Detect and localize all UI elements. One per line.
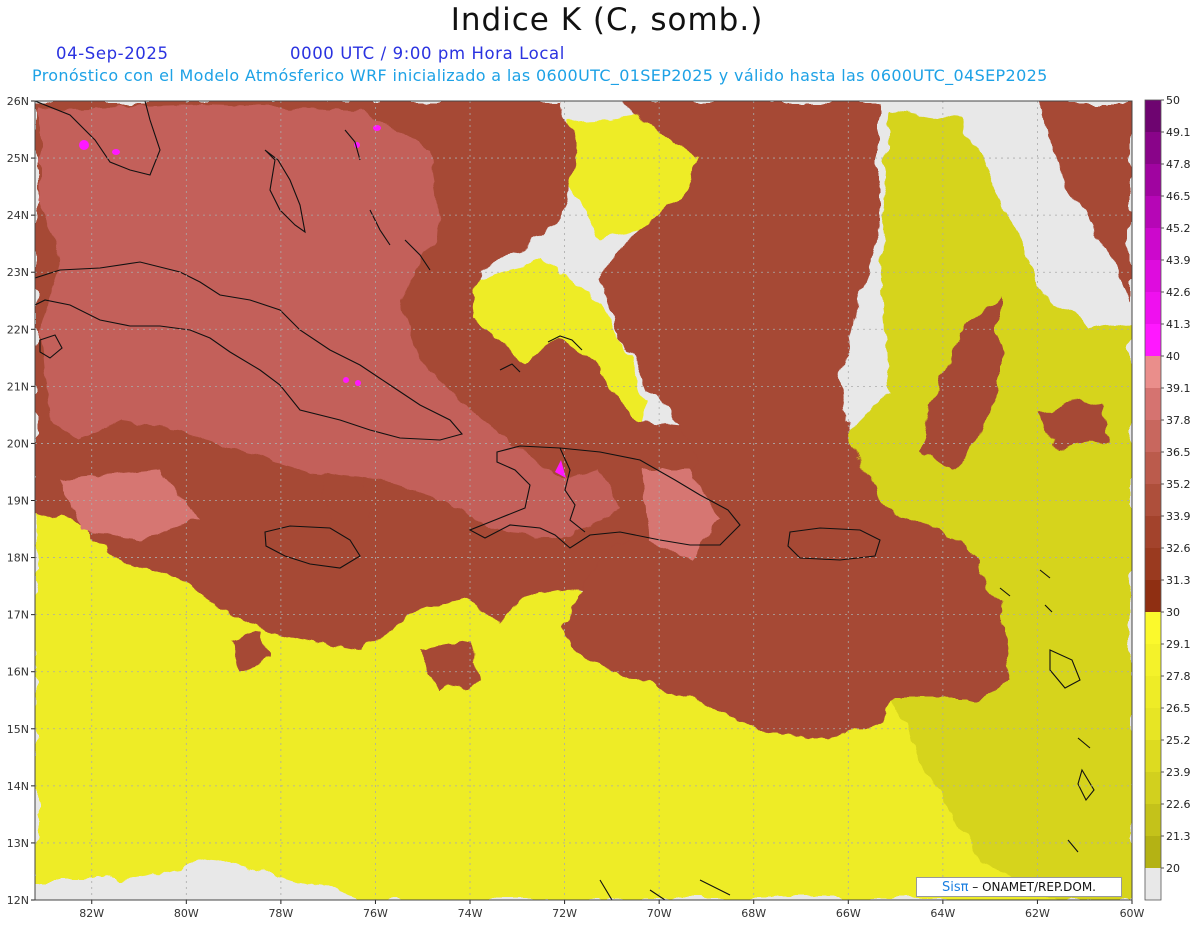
lat-tick-label: 26N <box>7 95 29 108</box>
legend-swatch <box>1145 836 1161 868</box>
legend-label: 39.1 <box>1166 382 1191 395</box>
legend-swatch <box>1145 132 1161 164</box>
legend-swatch <box>1145 324 1161 356</box>
legend-swatch <box>1145 548 1161 580</box>
legend-label: 50 <box>1166 94 1180 107</box>
lon-tick-label: 70W <box>647 907 672 920</box>
legend-swatch <box>1145 644 1161 676</box>
legend-label: 26.5 <box>1166 702 1191 715</box>
legend-swatch <box>1145 516 1161 548</box>
legend-swatch <box>1145 868 1161 900</box>
lat-tick-label: 19N <box>7 495 29 508</box>
lat-tick-label: 21N <box>7 380 29 393</box>
legend-swatch <box>1145 420 1161 452</box>
lon-tick-label: 80W <box>174 907 199 920</box>
magenta-spot <box>343 377 349 383</box>
legend-label: 36.5 <box>1166 446 1191 459</box>
legend-label: 42.6 <box>1166 286 1191 299</box>
legend-label: 45.2 <box>1166 222 1191 235</box>
legend-label: 27.8 <box>1166 670 1191 683</box>
legend-label: 23.9 <box>1166 766 1191 779</box>
lat-tick-label: 20N <box>7 437 29 450</box>
lon-tick-label: 76W <box>363 907 388 920</box>
lon-tick-label: 82W <box>79 907 104 920</box>
lat-tick-label: 25N <box>7 152 29 165</box>
legend-label: 35.2 <box>1166 478 1191 491</box>
legend-swatch <box>1145 612 1161 644</box>
shaded-field <box>35 101 1132 900</box>
legend-label: 20 <box>1166 862 1180 875</box>
legend-swatch <box>1145 452 1161 484</box>
legend-swatch <box>1145 260 1161 292</box>
legend-label: 32.6 <box>1166 542 1191 555</box>
lat-tick-label: 16N <box>7 666 29 679</box>
legend-swatch <box>1145 772 1161 804</box>
legend-swatch <box>1145 228 1161 260</box>
legend-label: 29.1 <box>1166 638 1191 651</box>
lat-tick-label: 22N <box>7 323 29 336</box>
lat-tick-label: 24N <box>7 209 29 222</box>
lon-tick-label: 64W <box>930 907 955 920</box>
legend-label: 30 <box>1166 606 1180 619</box>
legend-label: 47.8 <box>1166 158 1191 171</box>
legend-label: 43.9 <box>1166 254 1191 267</box>
legend-label: 25.2 <box>1166 734 1191 747</box>
legend-label: 31.3 <box>1166 574 1191 587</box>
lon-tick-label: 78W <box>268 907 293 920</box>
legend-swatch <box>1145 484 1161 516</box>
legend-swatch <box>1145 292 1161 324</box>
lat-tick-label: 23N <box>7 266 29 279</box>
legend-swatch <box>1145 580 1161 612</box>
magenta-spot <box>373 125 381 131</box>
credit-box: Sisπ – ONAMET/REP.DOM. <box>916 877 1122 897</box>
lat-tick-label: 15N <box>7 723 29 736</box>
longitude-labels: 82W 80W 78W 76W 74W 72W 70W 68W 66W 64W 62W 60W <box>79 907 1144 920</box>
lat-tick-label: 17N <box>7 609 29 622</box>
legend-label: 40 <box>1166 350 1180 363</box>
lon-tick-label: 60W <box>1120 907 1145 920</box>
legend-swatch <box>1145 708 1161 740</box>
legend-swatch <box>1145 356 1161 388</box>
latitude-labels: 26N 25N 24N 23N 22N 21N 20N 19N 18N 17N 16N 15N 14N 1… <box>7 95 29 907</box>
k-index-map: 26N 25N 24N 23N 22N 21N 20N 19N 18N 17N 16N 15N 14N 1… <box>7 94 1191 920</box>
legend-label: 41.3 <box>1166 318 1191 331</box>
legend-swatch <box>1145 196 1161 228</box>
lon-tick-label: 74W <box>458 907 483 920</box>
legend-swatch <box>1145 164 1161 196</box>
lon-tick-label: 72W <box>552 907 577 920</box>
legend-label: 33.9 <box>1166 510 1191 523</box>
magenta-spot <box>355 380 361 386</box>
credit-org: ONAMET/REP.DOM. <box>982 880 1096 894</box>
lon-tick-label: 62W <box>1025 907 1050 920</box>
legend-label: 37.8 <box>1166 414 1191 427</box>
legend-swatch <box>1145 100 1161 132</box>
credit-dash: – <box>968 880 983 894</box>
lon-tick-label: 68W <box>741 907 766 920</box>
legend-swatch <box>1145 676 1161 708</box>
legend-label: 21.3 <box>1166 830 1191 843</box>
magenta-spot <box>112 149 120 155</box>
legend-swatch <box>1145 740 1161 772</box>
legend-label: 49.1 <box>1166 126 1191 139</box>
lat-tick-label: 12N <box>7 894 29 907</box>
lat-tick-label: 14N <box>7 780 29 793</box>
legend-swatch <box>1145 388 1161 420</box>
lat-tick-label: 13N <box>7 837 29 850</box>
legend-label: 46.5 <box>1166 190 1191 203</box>
sis-logo-text: Sisπ <box>941 880 969 895</box>
lat-tick-label: 18N <box>7 552 29 565</box>
color-legend: 20 21.3 22.6 23.9 25.2 26.5 27.8 29.1 30 31.3 32.6… <box>1144 94 1191 901</box>
magenta-spot <box>79 140 89 150</box>
legend-label: 22.6 <box>1166 798 1191 811</box>
legend-swatch <box>1145 804 1161 836</box>
lon-tick-label: 66W <box>836 907 861 920</box>
